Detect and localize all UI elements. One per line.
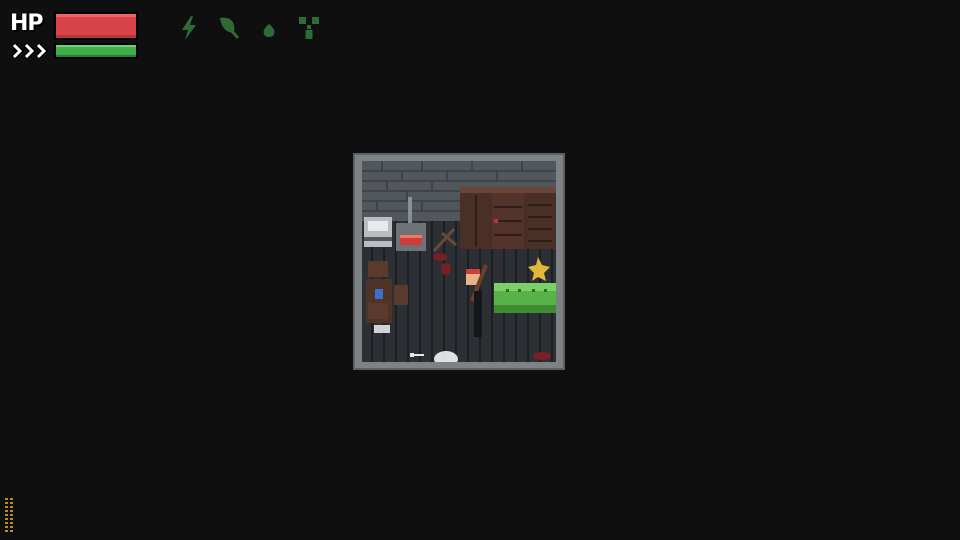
health-bar — [54, 12, 138, 40]
sprint-chevron-icon — [11, 42, 49, 60]
kitchen-cabinet[interactable] — [364, 217, 392, 247]
green-couch[interactable] — [494, 283, 556, 313]
radiation-icon — [299, 17, 319, 39]
health-bar-fill — [56, 14, 136, 38]
stamina-bar-fill — [56, 45, 136, 57]
stamina-bar — [54, 43, 138, 59]
wooden-wardrobes[interactable] — [460, 187, 556, 249]
temperature-gauge — [5, 498, 13, 532]
lightning-icon — [182, 16, 196, 40]
shelter-room — [353, 153, 565, 370]
status-effects — [176, 14, 322, 42]
hp-label: HP — [10, 11, 44, 36]
room-interior — [362, 161, 556, 362]
drop-icon — [263, 20, 275, 37]
leaf-icon — [220, 17, 240, 39]
